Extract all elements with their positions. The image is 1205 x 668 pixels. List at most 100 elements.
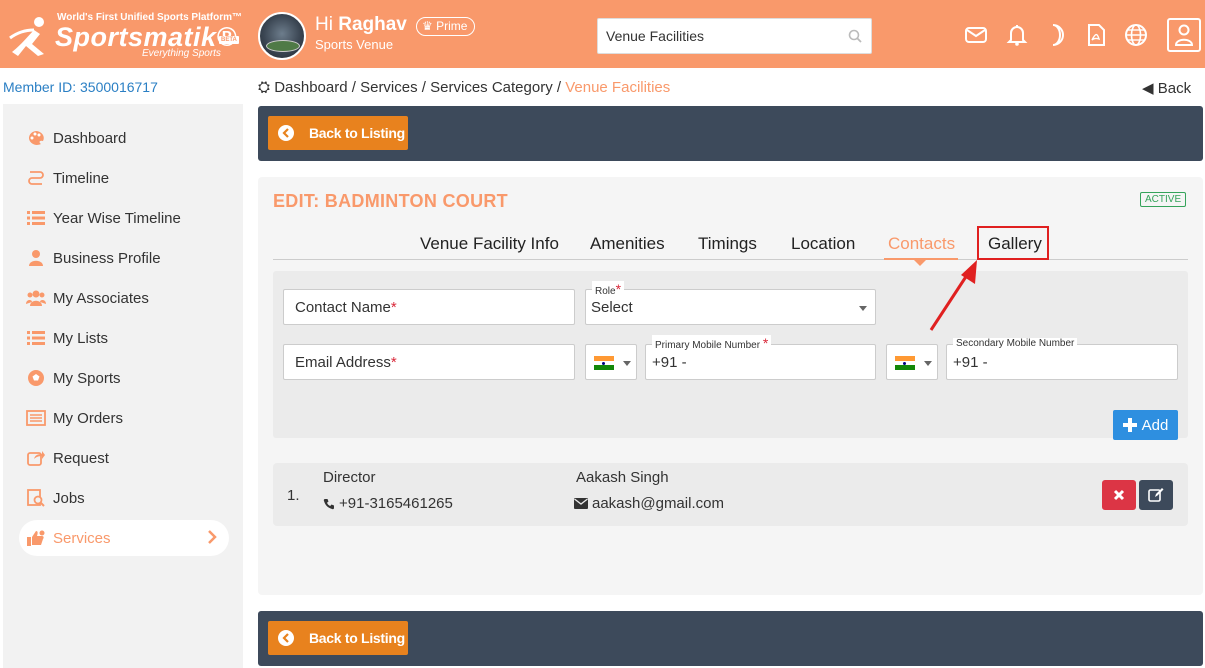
sidebar: Dashboard Timeline Year Wise Timeline Bu… [3, 104, 243, 668]
role-select-value: Select [591, 299, 633, 316]
users-icon [25, 289, 47, 307]
sidebar-item-request[interactable]: Request [25, 440, 229, 476]
search-input[interactable] [598, 19, 838, 53]
prime-label: Prime [436, 19, 468, 33]
chevron-down-icon [623, 361, 631, 366]
tab-venue-facility-info[interactable]: Venue Facility Info [420, 234, 559, 254]
role-label: Role* [592, 281, 625, 297]
edit-contact-button[interactable] [1139, 480, 1173, 510]
sidebar-item-label: Dashboard [53, 129, 127, 147]
sidebar-item-label: Timeline [53, 169, 110, 187]
gallery-highlight-box [977, 226, 1049, 260]
contact-email: aakash@gmail.com [574, 495, 724, 512]
sidebar-item-timeline[interactable]: Timeline [25, 160, 229, 196]
secondary-country-select[interactable] [886, 344, 938, 380]
contact-name-label: Contact Name [295, 299, 391, 316]
tab-amenities[interactable]: Amenities [590, 234, 665, 254]
india-flag-icon [895, 356, 915, 370]
bell-icon[interactable] [1004, 22, 1030, 48]
orders-icon [25, 409, 47, 427]
user-icon [25, 249, 47, 267]
bottom-action-bar: Back to Listing [258, 611, 1203, 666]
top-header: World's First Unified Sports Platform™ S… [0, 0, 1205, 68]
search-icon[interactable] [848, 29, 862, 43]
chevron-right-icon [208, 530, 217, 544]
sidebar-item-label: My Associates [53, 289, 149, 307]
primary-country-select[interactable] [585, 344, 637, 380]
tab-bar: Venue Facility Info Amenities Timings Lo… [273, 227, 1188, 266]
greeting-word: Hi [315, 14, 333, 35]
contact-name-placeholder: Contact Name* [295, 299, 397, 316]
tab-contacts[interactable]: Contacts [888, 234, 955, 254]
sidebar-item-year-wise-timeline[interactable]: Year Wise Timeline [25, 200, 229, 236]
contact-index: 1. [287, 487, 300, 504]
plus-icon [1122, 418, 1137, 432]
search-box [597, 18, 872, 54]
sidebar-item-label: Services [53, 529, 111, 547]
sidebar-item-label: Request [53, 449, 109, 467]
arrow-circle-left-icon: ◀ [1142, 80, 1154, 97]
palette-icon [25, 129, 47, 147]
sidebar-item-my-associates[interactable]: My Associates [25, 280, 229, 316]
contact-phone: +91-3165461265 [323, 495, 453, 512]
user-menu-button[interactable] [1167, 18, 1201, 52]
breadcrumb-services[interactable]: Services [360, 79, 418, 96]
email-field[interactable]: Email Address* [283, 344, 575, 380]
back-to-listing-button[interactable]: Back to Listing [268, 621, 408, 655]
breadcrumb-dashboard[interactable]: Dashboard [274, 79, 347, 96]
back-to-listing-label: Back to Listing [309, 630, 405, 646]
ball-icon [25, 369, 47, 387]
back-to-listing-button[interactable]: Back to Listing [268, 116, 408, 150]
chevron-down-icon [924, 361, 932, 366]
phone-value: - [681, 354, 687, 371]
tab-timings[interactable]: Timings [698, 234, 757, 254]
contact-name: Aakash Singh [576, 469, 669, 486]
email-label: Email Address [295, 354, 391, 371]
primary-mobile-value: +91 - [652, 354, 687, 371]
add-label: Add [1141, 416, 1169, 434]
sidebar-item-services[interactable]: Services [19, 520, 229, 556]
contact-form: Contact Name* Select Role* Email Address… [273, 271, 1188, 440]
sidebar-item-business-profile[interactable]: Business Profile [25, 240, 229, 276]
page-title: EDIT: BADMINTON COURT [273, 191, 508, 211]
required-mark: * [390, 354, 397, 371]
country-code: +91 [953, 354, 979, 371]
sidebar-item-dashboard[interactable]: Dashboard [25, 120, 229, 156]
breadcrumb-separator: / [556, 79, 562, 96]
phone-icon [323, 498, 334, 509]
breadcrumb-services-category[interactable]: Services Category [430, 79, 553, 96]
breadcrumb-separator: / [421, 79, 426, 96]
add-contact-button[interactable]: Add [1113, 410, 1178, 440]
list-icon [25, 209, 47, 227]
sportsmatik-logo[interactable]: World's First Unified Sports Platform™ S… [8, 10, 244, 62]
sidebar-item-label: Year Wise Timeline [53, 209, 181, 227]
globe-icon[interactable] [1123, 22, 1149, 48]
member-id: Member ID: 3500016717 [3, 79, 158, 95]
chevron-circle-left-icon [278, 630, 294, 646]
primary-mobile-label-text: Primary Mobile Number [655, 340, 761, 351]
tab-location[interactable]: Location [791, 234, 855, 254]
edit-card: EDIT: BADMINTON COURT ACTIVE Venue Facil… [258, 177, 1203, 595]
chevron-circle-left-icon [278, 125, 294, 141]
back-label: Back [1157, 80, 1192, 97]
moon-icon[interactable] [1043, 22, 1069, 48]
secondary-mobile-field[interactable]: +91 - [946, 344, 1178, 380]
back-link[interactable]: ◀ Back [1142, 79, 1191, 97]
contact-name-field[interactable]: Contact Name* [283, 289, 575, 325]
avatar[interactable] [258, 12, 306, 60]
delete-contact-button[interactable] [1102, 480, 1136, 510]
pdf-icon[interactable] [1083, 22, 1109, 48]
sidebar-item-label: Business Profile [53, 249, 161, 267]
back-to-listing-label: Back to Listing [309, 125, 405, 141]
user-name: Raghav [338, 14, 407, 35]
sidebar-item-my-lists[interactable]: My Lists [25, 320, 229, 356]
india-flag-icon [594, 356, 614, 370]
sidebar-item-label: Jobs [53, 489, 85, 507]
sidebar-item-my-orders[interactable]: My Orders [25, 400, 229, 436]
breadcrumb-current: Venue Facilities [565, 79, 671, 96]
sidebar-item-jobs[interactable]: Jobs [25, 480, 229, 516]
sidebar-item-my-sports[interactable]: My Sports [25, 360, 229, 396]
role-select[interactable]: Select [585, 289, 876, 325]
mail-icon[interactable] [963, 22, 989, 48]
route-icon [25, 169, 47, 187]
